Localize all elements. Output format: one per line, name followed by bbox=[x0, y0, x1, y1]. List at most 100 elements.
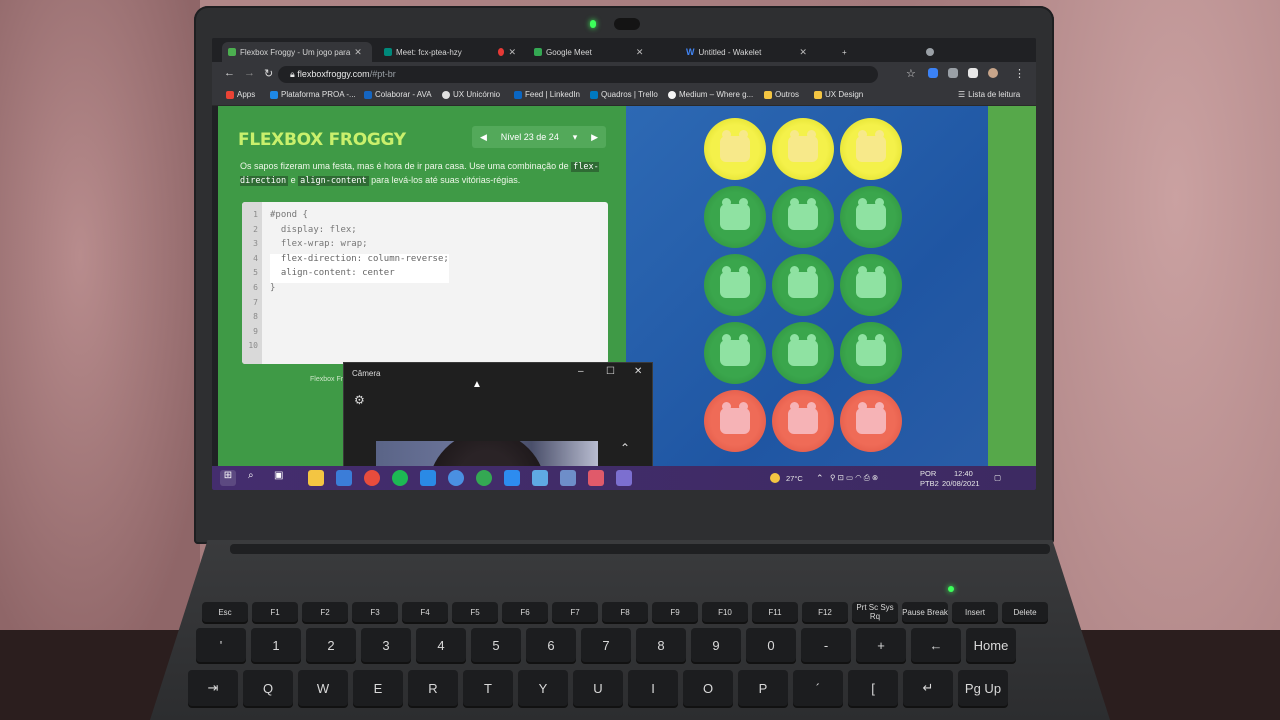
bookmark-folder-ux-design[interactable]: UX Design bbox=[814, 90, 863, 99]
back-icon[interactable]: ← bbox=[224, 67, 235, 79]
code-input-line[interactable]: flex-direction: column-reverse; bbox=[270, 253, 449, 269]
notification-icon[interactable]: ▢ bbox=[994, 473, 1001, 482]
search-icon[interactable]: ⌕ bbox=[248, 470, 264, 486]
keyboard-key[interactable]: E bbox=[353, 670, 403, 706]
keyboard-key[interactable]: Pg Up bbox=[958, 670, 1008, 706]
keyboard-key[interactable]: F12 bbox=[802, 602, 848, 622]
bookmark-medium[interactable]: Medium – Where g... bbox=[668, 90, 753, 99]
profile-button[interactable] bbox=[926, 42, 934, 62]
keyboard-key[interactable]: 9 bbox=[691, 628, 741, 662]
maximize-button[interactable]: ☐ bbox=[606, 366, 615, 377]
cloud-icon[interactable] bbox=[448, 470, 464, 486]
keyboard-key[interactable]: F2 bbox=[302, 602, 348, 622]
keyboard-key[interactable]: F10 bbox=[702, 602, 748, 622]
spotify-icon[interactable] bbox=[392, 470, 408, 486]
reading-list-button[interactable]: ☰ Lista de leitura bbox=[958, 90, 1020, 99]
star-icon[interactable]: ☆ bbox=[906, 67, 916, 80]
next-level-icon[interactable]: ▶ bbox=[591, 132, 598, 143]
file-explorer-icon[interactable] bbox=[308, 470, 324, 486]
keyboard-key[interactable]: Prt Sc Sys Rq bbox=[852, 602, 898, 622]
keyboard-key[interactable]: + bbox=[856, 628, 906, 662]
keyboard-key[interactable]: 2 bbox=[306, 628, 356, 662]
keyboard-key[interactable]: Insert bbox=[952, 602, 998, 622]
css-editor[interactable]: 1 2 3 4 5 6 7 8 9 10 #pond { display: fl… bbox=[242, 202, 608, 364]
chevron-down-icon[interactable]: ▾ bbox=[573, 132, 578, 143]
tab-flexbox-froggy[interactable]: Flexbox Froggy - Um jogo para ✕ bbox=[222, 42, 372, 62]
keyboard-key[interactable]: 1 bbox=[251, 628, 301, 662]
tab-recording[interactable]: ✕ bbox=[498, 42, 516, 62]
tray-chevron-icon[interactable]: ⌃ bbox=[816, 473, 824, 484]
keyboard-key[interactable]: F6 bbox=[502, 602, 548, 622]
keyboard-key[interactable]: F9 bbox=[652, 602, 698, 622]
bookmark-proa[interactable]: Plataforma PROA -... bbox=[270, 90, 356, 99]
keyboard-key[interactable]: F11 bbox=[752, 602, 798, 622]
keyboard-key[interactable]: F8 bbox=[602, 602, 648, 622]
minimize-button[interactable]: – bbox=[578, 366, 584, 377]
keyboard-key[interactable]: 7 bbox=[581, 628, 631, 662]
keyboard-key[interactable]: Q bbox=[243, 670, 293, 706]
keyboard-layout[interactable]: PTB2 bbox=[920, 479, 939, 488]
store-icon[interactable] bbox=[336, 470, 352, 486]
kebab-menu-icon[interactable]: ⋮ bbox=[1014, 67, 1025, 80]
app-icon[interactable] bbox=[560, 470, 576, 486]
tab-google-meet[interactable]: Google Meet ✕ bbox=[534, 42, 674, 62]
extension-icon[interactable] bbox=[948, 68, 958, 78]
keyboard-key[interactable]: Y bbox=[518, 670, 568, 706]
keyboard-key[interactable]: F5 bbox=[452, 602, 498, 622]
keyboard-key[interactable]: W bbox=[298, 670, 348, 706]
close-icon[interactable]: ✕ bbox=[799, 47, 807, 58]
keyboard-key[interactable]: F3 bbox=[352, 602, 398, 622]
tray-icons[interactable]: ⚲ ⊡ ▭ ◠ ⎙ ⊗ bbox=[830, 473, 878, 483]
keyboard-key[interactable]: Pause Break bbox=[902, 602, 948, 622]
keyboard-key[interactable]: ´ bbox=[793, 670, 843, 706]
level-selector[interactable]: ◀ Nível 23 de 24 ▾ ▶ bbox=[472, 126, 606, 148]
keyboard-key[interactable]: 5 bbox=[471, 628, 521, 662]
keyboard-key[interactable]: P bbox=[738, 670, 788, 706]
task-view-icon[interactable]: ▣ bbox=[274, 470, 290, 486]
keyboard-key[interactable]: I bbox=[628, 670, 678, 706]
weather-temperature[interactable]: 27°C bbox=[786, 474, 803, 483]
clock-date[interactable]: 20/08/2021 bbox=[942, 479, 980, 488]
keyboard-key[interactable]: ← bbox=[911, 628, 961, 662]
extension-icon[interactable] bbox=[928, 68, 938, 78]
tab-meet[interactable]: Meet: fcx-ptea-hzy bbox=[384, 42, 504, 62]
keyboard-key[interactable]: ↵ bbox=[903, 670, 953, 706]
camera-app-icon[interactable] bbox=[616, 470, 632, 486]
keyboard-key[interactable]: R bbox=[408, 670, 458, 706]
close-icon[interactable]: ✕ bbox=[636, 47, 644, 58]
bookmark-trello[interactable]: Quadros | Trello bbox=[590, 90, 658, 99]
new-tab-button[interactable]: + bbox=[842, 42, 847, 62]
reload-icon[interactable]: ↻ bbox=[264, 67, 273, 80]
keyboard-key[interactable]: U bbox=[573, 670, 623, 706]
address-bar[interactable]: 🔒︎ flexboxfroggy.com/#pt-br bbox=[278, 66, 878, 83]
photos-icon[interactable] bbox=[532, 470, 548, 486]
forward-icon[interactable]: → bbox=[244, 67, 255, 79]
gear-icon[interactable]: ⚙ bbox=[354, 393, 365, 407]
keyboard-key[interactable]: F4 bbox=[402, 602, 448, 622]
puzzle-icon[interactable] bbox=[968, 68, 978, 78]
keyboard-key[interactable]: 4 bbox=[416, 628, 466, 662]
chrome-icon[interactable] bbox=[476, 470, 492, 486]
app-icon[interactable] bbox=[588, 470, 604, 486]
bookmark-ava[interactable]: Colaborar - AVA bbox=[364, 90, 432, 99]
bookmark-apps[interactable]: Apps bbox=[226, 90, 255, 99]
keyboard-key[interactable]: F7 bbox=[552, 602, 598, 622]
keyboard-key[interactable]: 3 bbox=[361, 628, 411, 662]
keyboard-key[interactable]: Delete bbox=[1002, 602, 1048, 622]
windows-start-icon[interactable]: ⊞ bbox=[220, 470, 236, 486]
bookmark-folder-outros[interactable]: Outros bbox=[764, 90, 799, 99]
avatar[interactable] bbox=[988, 68, 998, 78]
code-input-line[interactable]: align-content: center bbox=[270, 268, 449, 283]
keyboard-key[interactable]: ' bbox=[196, 628, 246, 662]
keyboard-key[interactable]: 8 bbox=[636, 628, 686, 662]
close-icon[interactable]: ✕ bbox=[354, 47, 362, 58]
chrome-icon[interactable] bbox=[364, 470, 380, 486]
keyboard-key[interactable]: T bbox=[463, 670, 513, 706]
keyboard-key[interactable]: 6 bbox=[526, 628, 576, 662]
vscode-icon[interactable] bbox=[420, 470, 436, 486]
close-icon[interactable]: ✕ bbox=[508, 47, 516, 58]
zoom-icon[interactable] bbox=[504, 470, 520, 486]
keyboard-key[interactable]: 0 bbox=[746, 628, 796, 662]
bookmark-linkedin[interactable]: Feed | LinkedIn bbox=[514, 90, 580, 99]
tab-wakelet[interactable]: W Untitled - Wakelet ✕ bbox=[686, 42, 846, 62]
